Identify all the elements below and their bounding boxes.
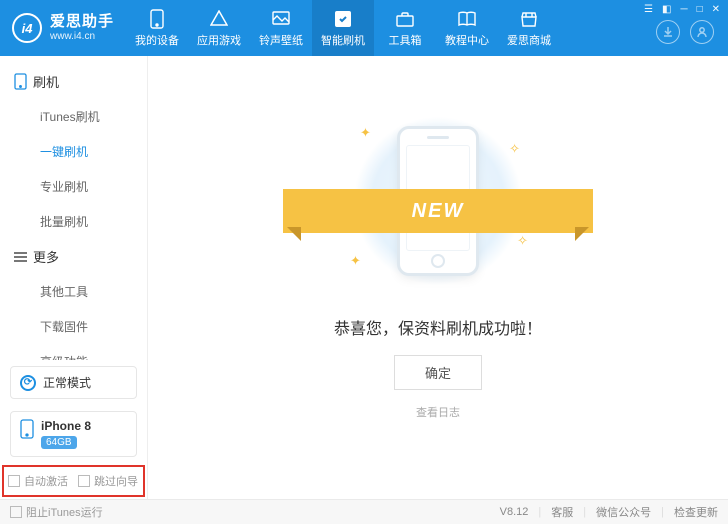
nav-apps[interactable]: 应用游戏 [188,0,250,56]
view-log-link[interactable]: 查看日志 [416,404,460,420]
toolbox-icon [395,9,415,29]
sparkle-icon: ✧ [517,233,528,249]
wallpaper-icon [271,9,291,29]
refresh-icon: ⟳ [20,375,36,391]
sidebar-item-advanced[interactable]: 高级功能 [0,344,147,360]
status-bar: 阻止iTunes运行 V8.12 | 客服 | 微信公众号 | 检查更新 [0,499,728,524]
mode-label: 正常模式 [43,374,91,391]
group-title: 更多 [33,247,59,266]
nav-label: 工具箱 [389,32,422,48]
sidebar-item-other-tools[interactable]: 其他工具 [0,274,147,309]
new-ribbon: NEW [283,189,593,233]
nav-label: 智能刷机 [321,32,365,48]
brand-subtitle: www.i4.cn [50,31,114,42]
sidebar-group-flash[interactable]: 刷机 [0,64,147,99]
device-card[interactable]: iPhone 8 64GB [10,411,137,457]
top-nav: 我的设备 应用游戏 铃声壁纸 智能刷机 工具箱 教程中心 爱思商城 [126,0,636,56]
nav-tutorials[interactable]: 教程中心 [436,0,498,56]
user-button[interactable] [690,20,714,44]
window-controls: ☰ ◧ ─ □ ✕ [636,0,728,20]
checkbox-label: 阻止iTunes运行 [26,504,103,520]
storage-badge: 64GB [41,436,77,449]
title-bar: i4 爱思助手 www.i4.cn 我的设备 应用游戏 铃声壁纸 智能刷机 工具… [0,0,728,56]
minimize-icon[interactable]: ─ [680,5,687,15]
nav-label: 铃声壁纸 [259,32,303,48]
group-title: 刷机 [33,72,59,91]
sidebar-item-pro-flash[interactable]: 专业刷机 [0,169,147,204]
flash-icon [333,9,353,29]
nav-label: 我的设备 [135,32,179,48]
sidebar-group-more[interactable]: 更多 [0,239,147,274]
checkbox-label: 自动激活 [24,473,68,489]
maximize-icon[interactable]: □ [697,5,703,15]
sidebar-item-download-fw[interactable]: 下载固件 [0,309,147,344]
mode-card[interactable]: ⟳ 正常模式 [10,366,137,399]
sparkle-icon: ✦ [350,253,361,269]
ok-button[interactable]: 确定 [394,355,482,390]
brand-title: 爱思助手 [50,14,114,31]
close-icon[interactable]: ✕ [712,5,720,15]
main-content: ✦ ✧ ✦ ✧ NEW 恭喜您，保资料刷机成功啦！ 确定 查看日志 [148,56,728,499]
options-row: 自动激活 跳过向导 [2,465,145,497]
version-label: V8.12 [500,506,529,518]
sparkle-icon: ✧ [509,141,520,157]
nav-store[interactable]: 爱思商城 [498,0,560,56]
nav-label: 教程中心 [445,32,489,48]
sidebar-item-batch-flash[interactable]: 批量刷机 [0,204,147,239]
device-icon [14,73,27,90]
nav-label: 应用游戏 [197,32,241,48]
nav-ringtones[interactable]: 铃声壁纸 [250,0,312,56]
device-name: iPhone 8 [41,419,91,433]
auto-activate-checkbox[interactable]: 自动激活 [8,473,68,489]
menu-icon[interactable]: ☰ [644,5,653,15]
block-itunes-checkbox[interactable]: 阻止iTunes运行 [10,504,103,520]
support-link[interactable]: 客服 [551,504,573,520]
apps-icon [209,9,229,29]
sidebar: 刷机 iTunes刷机 一键刷机 专业刷机 批量刷机 更多 其他工具 下载固件 … [0,56,148,499]
store-icon [519,9,539,29]
book-icon [457,9,477,29]
sidebar-item-oneclick-flash[interactable]: 一键刷机 [0,134,147,169]
download-button[interactable] [656,20,680,44]
skin-icon[interactable]: ◧ [662,5,671,15]
update-link[interactable]: 检查更新 [674,504,718,520]
success-message: 恭喜您，保资料刷机成功啦！ [334,315,542,339]
brand-logo-icon: i4 [12,13,42,43]
hamburger-icon [14,252,27,262]
nav-my-device[interactable]: 我的设备 [126,0,188,56]
phone-small-icon [20,419,34,439]
brand: i4 爱思助手 www.i4.cn [0,0,126,56]
checkbox-label: 跳过向导 [94,473,138,489]
phone-icon [147,9,167,29]
sidebar-item-itunes-flash[interactable]: iTunes刷机 [0,99,147,134]
skip-guide-checkbox[interactable]: 跳过向导 [78,473,138,489]
success-illustration: ✦ ✧ ✦ ✧ NEW [338,111,538,291]
wechat-link[interactable]: 微信公众号 [596,504,651,520]
nav-flash[interactable]: 智能刷机 [312,0,374,56]
nav-label: 爱思商城 [507,32,551,48]
sparkle-icon: ✦ [360,125,371,141]
nav-toolbox[interactable]: 工具箱 [374,0,436,56]
